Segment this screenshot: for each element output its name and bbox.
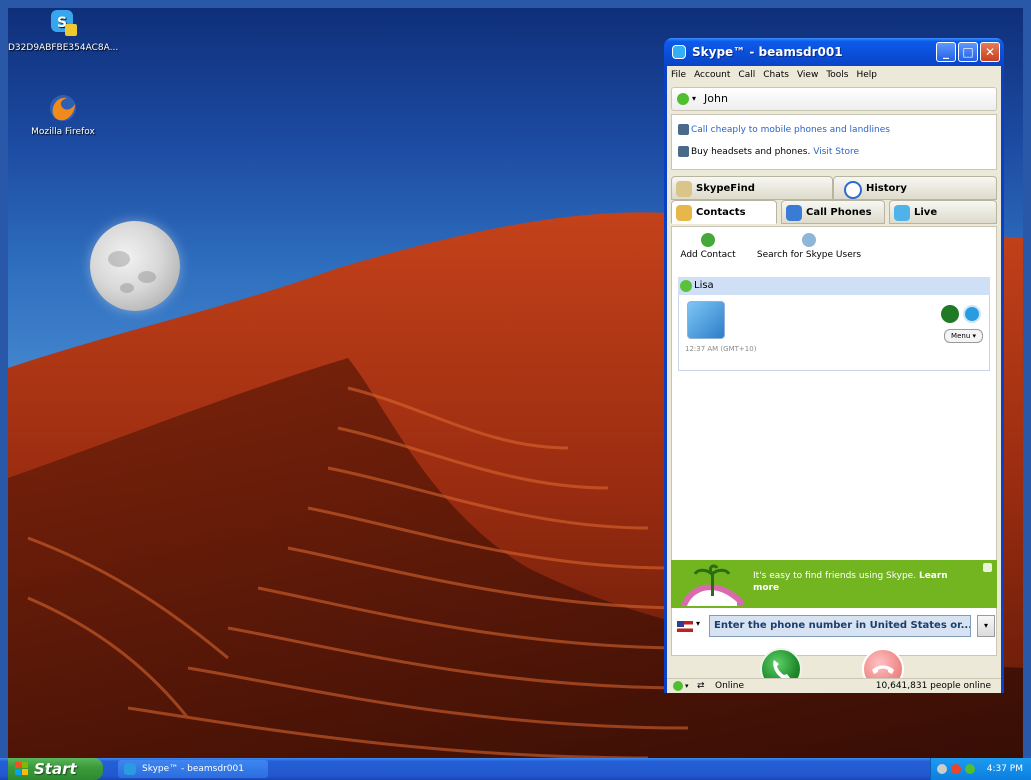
phone-icon (678, 124, 689, 135)
user-name: John (704, 92, 728, 105)
online-count: 10,641,831 people online (875, 681, 991, 691)
add-contact-icon (701, 233, 715, 247)
status-bar: ▾ ⇄ Online 10,641,831 people online (667, 678, 1001, 693)
contact-list-item[interactable]: Lisa (678, 277, 990, 295)
tab-live[interactable]: Live (889, 200, 997, 224)
visit-store-link[interactable]: Visit Store (813, 147, 859, 157)
us-flag-icon[interactable] (677, 621, 693, 632)
tab-call-phones[interactable]: Call Phones (781, 200, 885, 224)
transfer-icon[interactable]: ⇄ (697, 679, 705, 693)
search-icon (802, 233, 816, 247)
phone-dial-bar: ▾ Enter the phone number in United State… (671, 614, 997, 638)
tab-contacts[interactable]: Contacts (671, 200, 777, 224)
close-banner-icon[interactable] (983, 563, 992, 572)
menu-bar: File Account Call Chats View Tools Help (667, 66, 1001, 84)
skype-update-icon: S (47, 8, 79, 40)
menu-call[interactable]: Call (734, 70, 759, 80)
chat-contact-icon[interactable] (963, 305, 981, 323)
chevron-down-icon[interactable]: ▾ (685, 679, 689, 693)
promo-mobile-link[interactable]: Call cheaply to mobile phones and landli… (691, 125, 890, 135)
contact-local-time: 12:37 AM (GMT+10) (685, 345, 757, 353)
taskbar-skype-window[interactable]: Skype™ - beamsdr001 (118, 760, 268, 778)
online-status-label: Online (715, 681, 745, 691)
window-title: Skype™ - beamsdr001 (692, 45, 843, 59)
start-button[interactable]: Start (8, 758, 103, 780)
tab-history[interactable]: History (833, 176, 997, 200)
menu-help[interactable]: Help (852, 70, 881, 80)
phone-dropdown-button[interactable]: ▾ (977, 615, 995, 637)
status-icon[interactable] (673, 681, 683, 691)
clock: 4:37 PM (986, 764, 1023, 774)
user-profile-bar[interactable]: ▾ John (671, 87, 997, 111)
desktop-icon-label: Mozilla Firefox (31, 127, 95, 137)
skypefind-icon (676, 181, 692, 197)
maximize-button[interactable]: □ (958, 42, 978, 62)
desktop-icon-label: D32D9ABFBE354AC8A... (8, 43, 119, 53)
menu-tools[interactable]: Tools (822, 70, 852, 80)
telephone-icon (786, 205, 802, 221)
promo-line-2: Buy headsets and phones. Visit Store (678, 145, 859, 159)
tray-skype-icon[interactable] (965, 764, 975, 774)
desktop-icon-skype-update[interactable]: S D32D9ABFBE354AC8A... (8, 8, 118, 53)
contact-online-icon (680, 280, 692, 292)
tab-skypefind[interactable]: SkypeFind (671, 176, 833, 200)
chevron-down-icon: ▾ (692, 94, 697, 103)
desktop-icon-firefox[interactable]: Mozilla Firefox (8, 92, 118, 137)
promo-panel: Call cheaply to mobile phones and landli… (671, 114, 997, 170)
promo-headsets-text: Buy headsets and phones. (691, 147, 811, 157)
headset-icon (678, 146, 689, 157)
promo-line-1[interactable]: Call cheaply to mobile phones and landli… (678, 123, 890, 137)
minimize-button[interactable]: _ (936, 42, 956, 62)
system-tray: 4:37 PM (930, 758, 1031, 780)
contact-menu-button[interactable]: Menu ▾ (944, 329, 983, 343)
skype-window: Skype™ - beamsdr001 _ □ ✕ File Account Cal… (664, 38, 1004, 693)
avatar[interactable] (687, 301, 725, 339)
clock-icon (844, 181, 862, 199)
palm-island-icon (681, 564, 743, 606)
tray-security-icon[interactable] (951, 764, 961, 774)
skype-logo-icon (672, 45, 686, 59)
find-friends-banner: It's easy to find friends using Skype. L… (671, 560, 997, 608)
menu-file[interactable]: File (667, 70, 690, 80)
skype-taskbar-icon (124, 763, 136, 775)
search-users-button[interactable]: Search for Skype Users (744, 233, 874, 260)
taskbar: Start Skype™ - beamsdr001 4:37 PM (0, 758, 1031, 780)
close-button[interactable]: ✕ (980, 42, 1000, 62)
live-icon (894, 205, 910, 221)
contacts-icon (676, 205, 692, 221)
menu-account[interactable]: Account (690, 70, 734, 80)
tab-strip: SkypeFind History Contacts Call Phones L… (671, 176, 997, 228)
banner-text: It's easy to find friends using Skype. L… (753, 571, 948, 593)
call-contact-icon[interactable] (941, 305, 959, 323)
window-titlebar[interactable]: Skype™ - beamsdr001 _ □ ✕ (664, 38, 1004, 66)
menu-view[interactable]: View (793, 70, 822, 80)
windows-flag-icon (15, 762, 28, 775)
firefox-icon (47, 92, 79, 124)
contact-card: 12:37 AM (GMT+10) Menu ▾ (678, 295, 990, 371)
moon (90, 221, 180, 311)
chevron-down-icon[interactable]: ▾ (696, 619, 700, 628)
tray-network-icon[interactable] (937, 764, 947, 774)
menu-chats[interactable]: Chats (759, 70, 793, 80)
contact-name: Lisa (694, 280, 714, 291)
add-contact-button[interactable]: Add Contact (676, 233, 740, 260)
phone-number-input[interactable]: Enter the phone number in United States … (709, 615, 971, 637)
online-status-icon (677, 93, 689, 105)
contacts-toolbar: Add Contact Search for Skype Users (672, 227, 996, 271)
